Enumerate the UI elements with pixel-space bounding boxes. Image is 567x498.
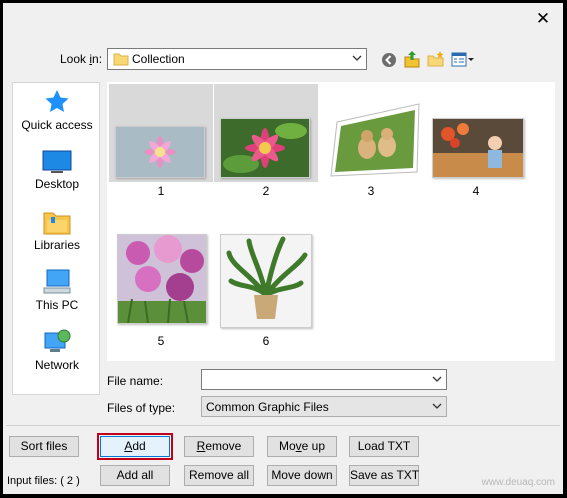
place-label: Network: [34, 358, 79, 372]
place-label: Libraries: [33, 238, 81, 252]
remove-all-button[interactable]: Remove all: [184, 465, 254, 486]
place-network[interactable]: Network: [13, 328, 101, 372]
look-in-value: Collection: [132, 52, 185, 66]
button-label: e up: [301, 439, 326, 453]
up-folder-icon[interactable]: [403, 50, 421, 68]
file-type-value: Common Graphic Files: [206, 400, 329, 414]
network-icon: [44, 329, 71, 352]
file-item-1[interactable]: 1: [109, 84, 213, 198]
thumbnail-image: [330, 103, 420, 177]
place-label: Quick access: [21, 118, 93, 132]
move-up-button[interactable]: Move up: [267, 436, 337, 457]
place-this-pc[interactable]: This PC: [13, 268, 101, 312]
file-type-label: Files of type:: [107, 401, 176, 415]
look-in-dropdown[interactable]: Collection: [107, 48, 367, 70]
load-txt-button[interactable]: Load TXT: [349, 436, 419, 457]
watermark: www.deuaq.com: [481, 477, 555, 488]
sort-files-button[interactable]: Sort files: [9, 436, 79, 457]
place-label: Desktop: [34, 177, 80, 191]
thumbnail-image: [432, 118, 524, 178]
back-icon[interactable]: [381, 52, 397, 68]
file-type-dropdown[interactable]: Common Graphic Files: [201, 396, 447, 417]
open-file-dialog: ✕ Look in: Collection Quick access Deskt…: [3, 3, 563, 494]
place-label: This PC: [35, 298, 79, 312]
file-caption: 1: [157, 184, 165, 198]
add-button[interactable]: Add: [97, 433, 173, 460]
file-item-3[interactable]: 3: [319, 84, 423, 198]
remove-button[interactable]: Remove: [184, 436, 254, 457]
desktop-icon: [42, 150, 72, 173]
button-label: dd: [132, 439, 146, 453]
star-icon: [45, 90, 69, 112]
button-label: emove: [205, 439, 242, 453]
thumbnail-image: [220, 118, 310, 178]
place-quick-access[interactable]: Quick access: [13, 88, 101, 132]
place-desktop[interactable]: Desktop: [13, 149, 101, 191]
file-name-label: File name:: [107, 374, 164, 388]
file-item-2[interactable]: 2: [214, 84, 318, 198]
accelerator-key: R: [196, 439, 206, 453]
file-caption: 3: [367, 184, 375, 198]
file-caption: 6: [262, 334, 270, 348]
close-button[interactable]: ✕: [535, 10, 551, 27]
thumbnail-image: [117, 234, 207, 324]
chevron-down-icon: [432, 376, 442, 382]
folder-icon: [113, 53, 129, 66]
divider: [6, 425, 560, 426]
places-sidebar: Quick access Desktop Libraries This PC N…: [12, 82, 100, 395]
file-item-4[interactable]: 4: [424, 84, 528, 198]
new-folder-icon[interactable]: [427, 50, 445, 68]
file-name-input[interactable]: [201, 369, 447, 390]
libraries-icon: [43, 212, 71, 235]
chevron-down-icon: [432, 403, 442, 409]
input-files-count: Input files: ( 2 ): [7, 475, 80, 487]
add-all-button[interactable]: Add all: [100, 465, 170, 486]
move-down-button[interactable]: Move down: [267, 465, 337, 486]
look-in-label: Look in:: [60, 52, 103, 66]
file-list-view: 1 2 3 4 5 6: [107, 82, 555, 361]
file-caption: 4: [472, 184, 480, 198]
place-libraries[interactable]: Libraries: [13, 208, 101, 252]
file-item-6[interactable]: 6: [214, 234, 318, 348]
chevron-down-icon: [352, 55, 362, 61]
thumbnail-image: [115, 126, 205, 178]
file-caption: 5: [157, 334, 165, 348]
file-item-5[interactable]: 5: [109, 234, 213, 348]
save-as-txt-button[interactable]: Save as TXT: [349, 465, 419, 486]
computer-icon: [43, 269, 71, 294]
view-menu-icon[interactable]: [451, 52, 475, 68]
file-caption: 2: [262, 184, 270, 198]
button-label: Mo: [278, 439, 296, 453]
thumbnail-image: [220, 234, 312, 328]
